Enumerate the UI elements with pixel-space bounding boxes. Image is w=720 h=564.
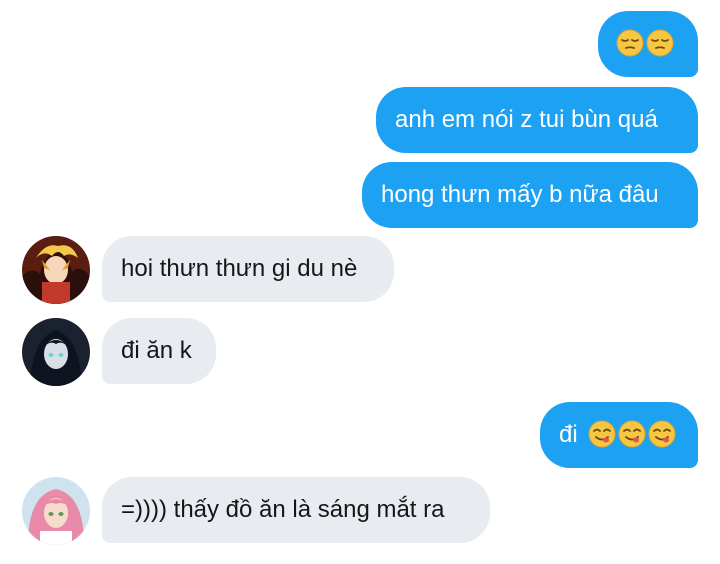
- message-bubble-incoming[interactable]: hoi thưn thưn gi du nè: [102, 236, 394, 302]
- message-bubble-outgoing[interactable]: hong thưn mấy b nữa đâu: [362, 162, 698, 228]
- message-bubble-outgoing[interactable]: anh em nói z tui bùn quá: [376, 87, 698, 153]
- avatar-anime-dark-hair-icon: [22, 318, 90, 386]
- message-text: đi: [559, 421, 578, 448]
- message-text: anh em nói z tui bùn quá: [395, 106, 658, 133]
- message-text: đi ăn k: [121, 337, 192, 364]
- message-text: hoi thưn thưn gi du nè: [121, 255, 358, 282]
- pensive-face-icon: [646, 29, 674, 57]
- message-bubble-outgoing[interactable]: đi: [540, 402, 698, 468]
- avatar-anime-blonde-flame-icon: [22, 236, 90, 304]
- avatar[interactable]: [22, 236, 90, 304]
- avatar[interactable]: [22, 477, 90, 545]
- message-bubble-incoming[interactable]: =)))) thấy đồ ăn là sáng mắt ra: [102, 477, 490, 543]
- message-text: =)))) thấy đồ ăn là sáng mắt ra: [121, 496, 445, 523]
- face-savoring-food-icon: [648, 420, 676, 448]
- avatar[interactable]: [22, 318, 90, 386]
- message-bubble-outgoing[interactable]: [598, 11, 698, 77]
- avatar-anime-pink-hair-icon: [22, 477, 90, 545]
- message-bubble-incoming[interactable]: đi ăn k: [102, 318, 216, 384]
- message-text: hong thưn mấy b nữa đâu: [381, 181, 659, 208]
- pensive-face-icon: [616, 29, 644, 57]
- face-savoring-food-icon: [618, 420, 646, 448]
- face-savoring-food-icon: [588, 420, 616, 448]
